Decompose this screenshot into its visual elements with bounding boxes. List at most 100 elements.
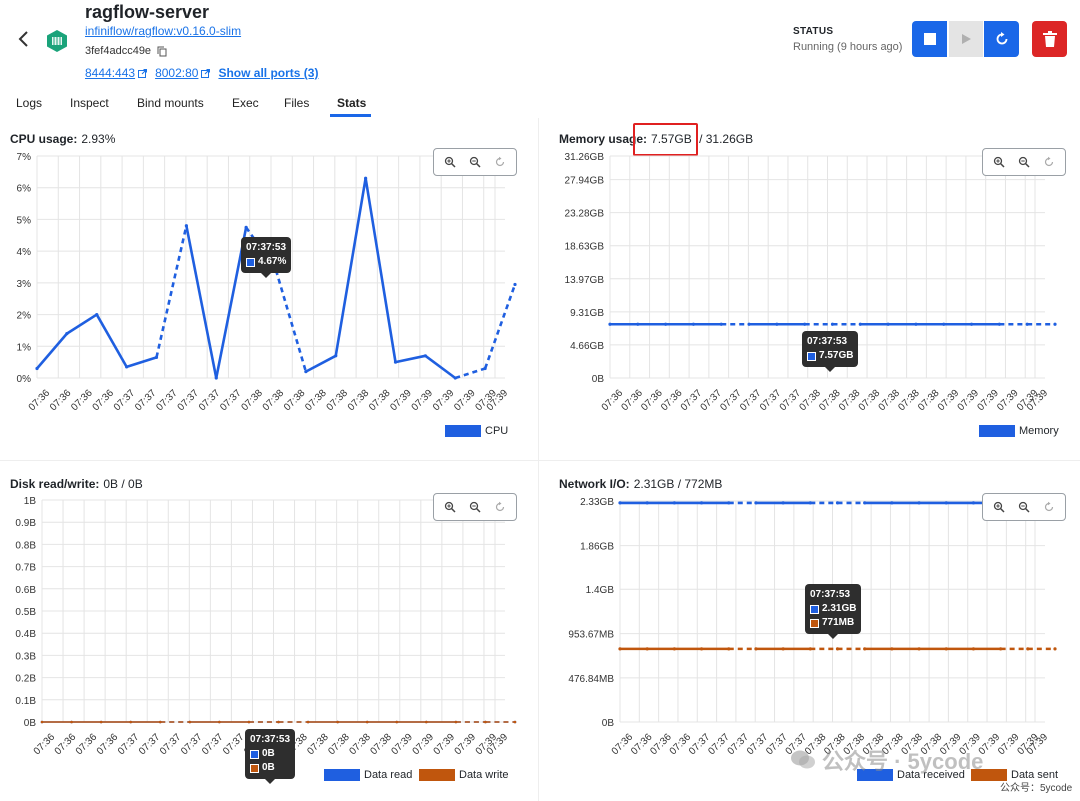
- tab-inspect[interactable]: Inspect: [70, 96, 109, 110]
- stop-button[interactable]: [912, 21, 947, 57]
- data-point[interactable]: [719, 322, 723, 326]
- data-point[interactable]: [364, 176, 368, 180]
- reset-zoom-icon[interactable]: [1043, 501, 1055, 513]
- delete-button[interactable]: [1032, 21, 1067, 57]
- data-point[interactable]: [40, 720, 44, 724]
- data-point[interactable]: [699, 647, 704, 651]
- data-point[interactable]: [835, 647, 840, 651]
- reset-zoom-icon[interactable]: [1043, 156, 1055, 168]
- data-point[interactable]: [999, 647, 1003, 651]
- data-point[interactable]: [727, 647, 731, 651]
- data-point[interactable]: [863, 501, 867, 505]
- data-point[interactable]: [95, 312, 99, 317]
- tab-bind-mounts[interactable]: Bind mounts: [137, 96, 204, 110]
- data-point[interactable]: [334, 354, 338, 358]
- tab-files[interactable]: Files: [284, 96, 309, 110]
- data-point[interactable]: [483, 366, 487, 371]
- tab-exec[interactable]: Exec: [232, 96, 259, 110]
- tab-stats[interactable]: Stats: [337, 96, 366, 110]
- data-point[interactable]: [781, 647, 785, 651]
- zoom-in-icon[interactable]: [444, 501, 456, 513]
- data-point[interactable]: [917, 501, 921, 505]
- data-point[interactable]: [863, 647, 867, 651]
- zoom-out-icon[interactable]: [1018, 501, 1030, 513]
- data-point[interactable]: [1053, 322, 1057, 326]
- data-point[interactable]: [247, 720, 251, 724]
- data-point[interactable]: [914, 322, 918, 326]
- data-point[interactable]: [803, 322, 807, 326]
- data-point[interactable]: [754, 501, 758, 505]
- data-point[interactable]: [672, 501, 676, 505]
- zoom-out-icon[interactable]: [1018, 156, 1030, 168]
- data-point[interactable]: [513, 720, 517, 724]
- zoom-in-icon[interactable]: [444, 156, 456, 168]
- data-point[interactable]: [645, 501, 649, 505]
- data-point[interactable]: [184, 224, 188, 228]
- data-point[interactable]: [944, 647, 948, 651]
- data-point[interactable]: [484, 720, 487, 724]
- data-point[interactable]: [244, 225, 248, 229]
- data-point[interactable]: [129, 720, 132, 724]
- back-arrow-icon[interactable]: [16, 30, 32, 48]
- data-point[interactable]: [304, 370, 308, 374]
- port-link-2[interactable]: 8002:80: [155, 65, 211, 81]
- data-point[interactable]: [154, 355, 159, 359]
- data-point[interactable]: [835, 501, 840, 505]
- start-button[interactable]: [949, 21, 983, 57]
- data-point[interactable]: [727, 501, 731, 505]
- data-point[interactable]: [125, 365, 129, 369]
- data-point[interactable]: [645, 647, 649, 651]
- data-point[interactable]: [1053, 647, 1057, 651]
- zoom-in-icon[interactable]: [993, 156, 1005, 168]
- tab-logs[interactable]: Logs: [16, 96, 42, 110]
- data-point[interactable]: [423, 354, 427, 358]
- data-point[interactable]: [754, 647, 758, 651]
- copy-icon[interactable]: [157, 46, 167, 57]
- data-point[interactable]: [395, 720, 399, 724]
- data-point[interactable]: [808, 501, 812, 505]
- zoom-out-icon[interactable]: [469, 501, 481, 513]
- data-point[interactable]: [664, 322, 668, 326]
- data-point[interactable]: [997, 322, 1001, 326]
- data-point[interactable]: [858, 322, 862, 326]
- data-point[interactable]: [699, 501, 704, 505]
- restart-button[interactable]: [984, 21, 1019, 57]
- data-point[interactable]: [35, 366, 39, 371]
- zoom-out-icon[interactable]: [469, 156, 481, 168]
- data-point[interactable]: [393, 360, 398, 364]
- data-point[interactable]: [214, 376, 218, 380]
- data-point[interactable]: [336, 720, 339, 724]
- disk-legend-read[interactable]: Data read: [324, 769, 412, 781]
- data-point[interactable]: [672, 647, 676, 651]
- data-point[interactable]: [890, 647, 894, 651]
- data-point[interactable]: [365, 720, 369, 724]
- port-link-1[interactable]: 8444:443: [85, 65, 148, 81]
- data-point[interactable]: [890, 501, 894, 505]
- data-point[interactable]: [781, 501, 785, 505]
- cpu-legend[interactable]: CPU: [445, 425, 508, 437]
- data-point[interactable]: [277, 720, 280, 724]
- reset-zoom-icon[interactable]: [494, 501, 506, 513]
- data-point[interactable]: [1025, 322, 1029, 326]
- data-point[interactable]: [513, 282, 517, 287]
- data-point[interactable]: [218, 720, 221, 724]
- data-point[interactable]: [608, 322, 612, 326]
- data-point[interactable]: [70, 720, 73, 724]
- data-point[interactable]: [971, 501, 976, 505]
- data-point[interactable]: [636, 322, 640, 326]
- data-point[interactable]: [618, 501, 622, 505]
- data-point[interactable]: [454, 720, 458, 724]
- reset-zoom-icon[interactable]: [494, 156, 506, 168]
- zoom-in-icon[interactable]: [993, 501, 1005, 513]
- data-point[interactable]: [99, 720, 103, 724]
- data-point[interactable]: [306, 720, 310, 724]
- data-point[interactable]: [158, 720, 162, 724]
- data-point[interactable]: [971, 647, 976, 651]
- data-point[interactable]: [618, 647, 622, 651]
- data-point[interactable]: [886, 322, 890, 326]
- memory-legend[interactable]: Memory: [979, 425, 1059, 437]
- data-point[interactable]: [775, 322, 779, 326]
- image-link[interactable]: infiniflow/ragflow:v0.16.0-slim: [85, 23, 241, 39]
- data-point[interactable]: [453, 376, 457, 380]
- data-point[interactable]: [808, 647, 812, 651]
